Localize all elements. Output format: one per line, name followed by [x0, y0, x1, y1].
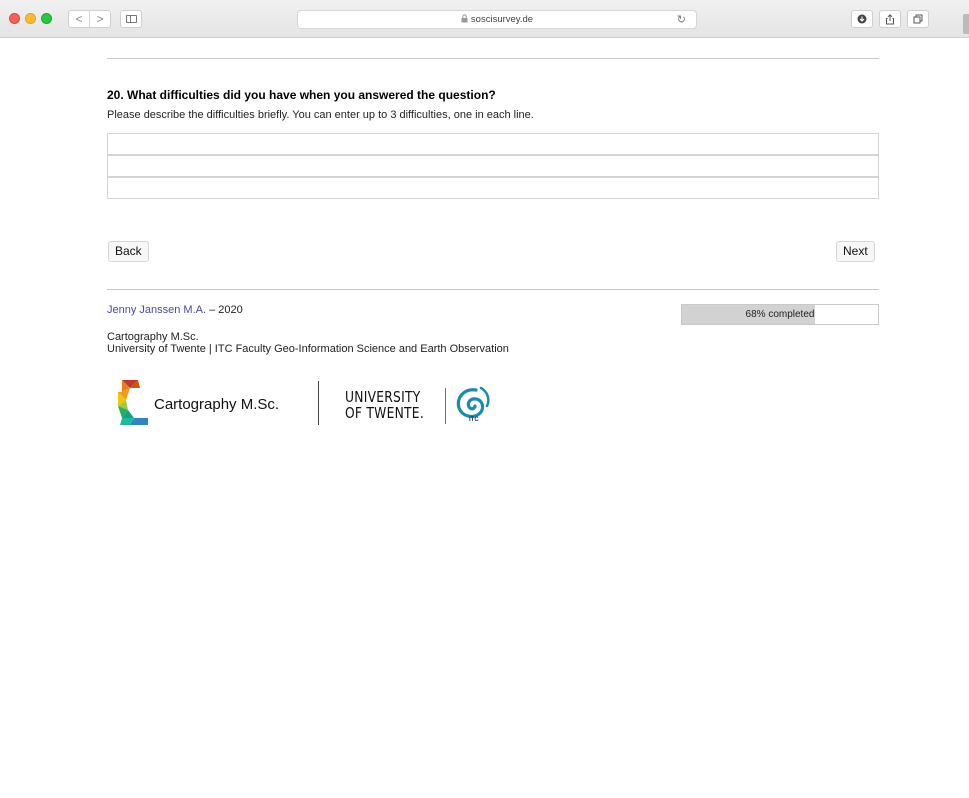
address-bar[interactable]: soscisurvey.de ↻	[297, 10, 697, 29]
download-icon	[857, 14, 867, 24]
program-info: Cartography M.Sc. University of Twente |…	[107, 331, 509, 355]
download-button[interactable]	[851, 10, 873, 28]
progress-bar: 68% completed	[681, 304, 879, 325]
logo-divider	[318, 381, 319, 425]
itc-logo-text: ITC	[469, 417, 479, 423]
history-nav: < >	[68, 10, 111, 28]
faculty-name: University of Twente | ITC Faculty Geo-I…	[107, 343, 509, 355]
close-window-icon[interactable]	[9, 13, 20, 24]
window-edge	[963, 14, 969, 34]
url-text: soscisurvey.de	[470, 14, 534, 25]
question-title: 20. What difficulties did you have when …	[107, 88, 496, 102]
cartography-logo-text: Cartography M.Sc.	[154, 396, 280, 413]
back-button[interactable]: Back	[108, 241, 149, 262]
question-description: Please describe the difficulties briefly…	[107, 109, 534, 121]
sidebar-toggle-button[interactable]	[120, 10, 142, 28]
browser-toolbar: < > soscisurvey.de ↻	[0, 0, 969, 38]
share-button[interactable]	[879, 10, 901, 28]
program-name: Cartography M.Sc.	[107, 331, 199, 343]
cartography-logo: Cartography M.Sc.	[118, 380, 298, 426]
author-line: Jenny Janssen M.A. – 2020	[107, 304, 243, 316]
next-button[interactable]: Next	[836, 241, 875, 262]
answer-input-3[interactable]	[107, 177, 879, 199]
cartography-logo-mark	[118, 380, 148, 425]
ut-logo-bar	[445, 388, 446, 424]
reload-icon[interactable]: ↻	[677, 13, 686, 26]
share-icon	[886, 13, 894, 24]
forward-icon[interactable]: >	[90, 11, 110, 27]
footer-divider	[107, 289, 879, 290]
sidebar-icon	[125, 15, 137, 23]
top-divider	[107, 58, 879, 59]
progress-label: 68% completed	[745, 309, 815, 320]
tabs-button[interactable]	[907, 10, 929, 28]
minimize-window-icon[interactable]	[25, 13, 36, 24]
ut-logo-line1: UNIVERSITY	[345, 388, 421, 406]
answer-input-1[interactable]	[107, 133, 879, 155]
back-icon[interactable]: <	[69, 11, 90, 27]
university-twente-logo: UNIVERSITY OF TWENTE.	[345, 389, 424, 421]
author-link[interactable]: Jenny Janssen M.A.	[107, 304, 206, 316]
ut-logo-line2: OF TWENTE.	[345, 404, 424, 422]
tabs-icon	[913, 14, 923, 24]
author-year: – 2020	[206, 304, 243, 316]
lock-icon	[461, 14, 468, 25]
maximize-window-icon[interactable]	[41, 13, 52, 24]
answer-input-2[interactable]	[107, 155, 879, 177]
